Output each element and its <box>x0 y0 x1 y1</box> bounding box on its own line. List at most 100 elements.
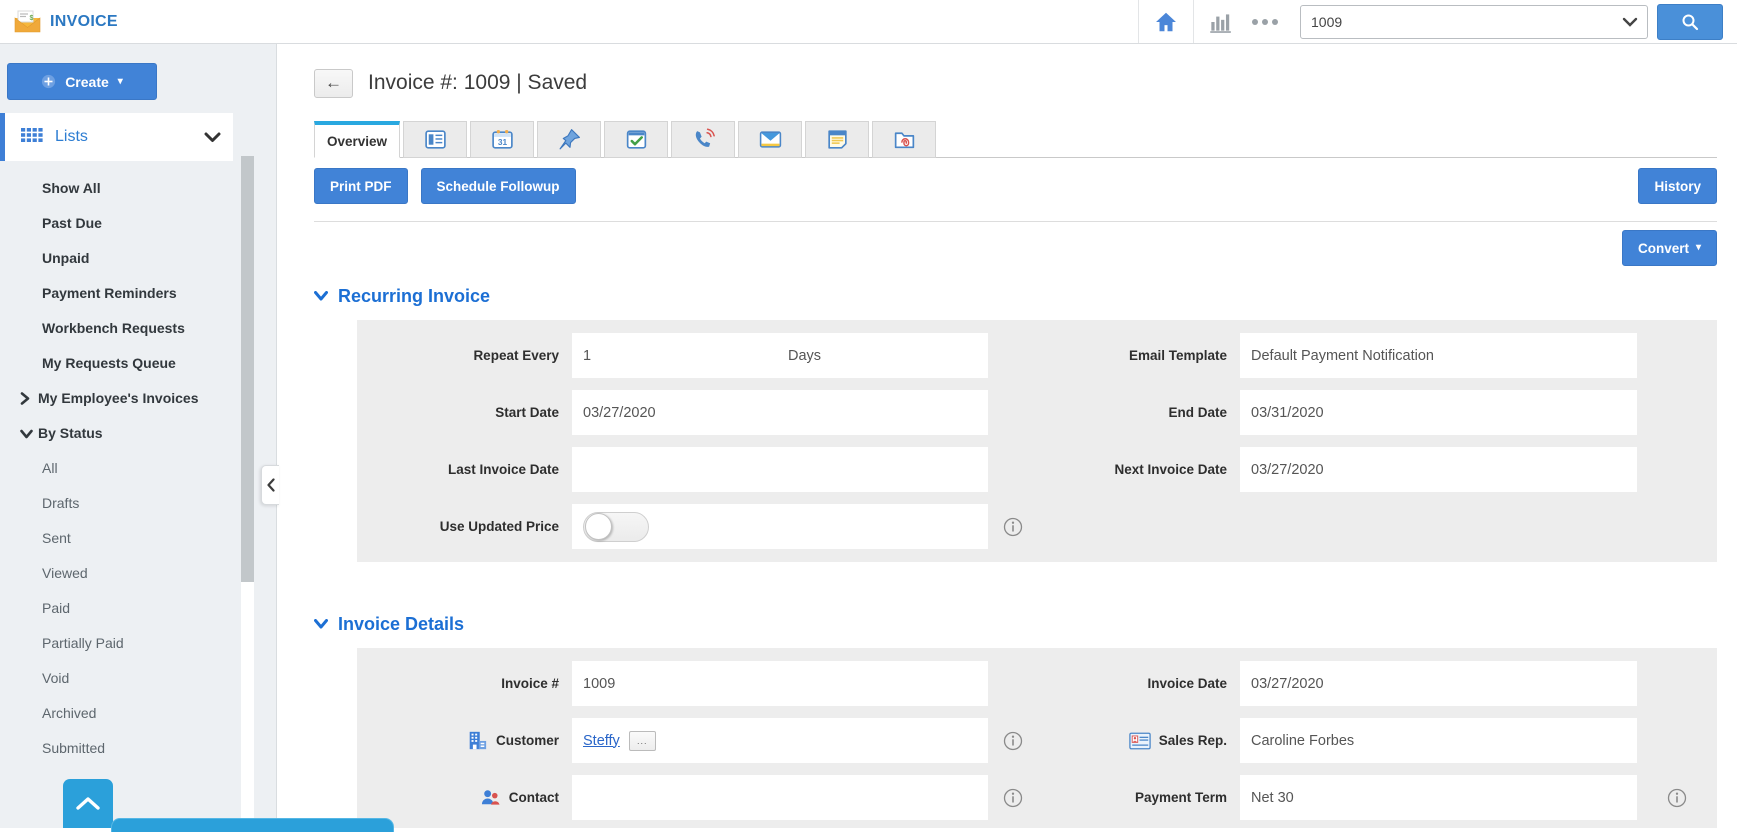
invoice-date-value: 03/27/2020 <box>1251 675 1324 692</box>
sidebar-item-drafts[interactable]: Drafts <box>0 486 276 521</box>
email-template-field[interactable]: Default Payment Notification <box>1240 333 1637 378</box>
main-content: ← Invoice #: 1009 | Saved Overview 31 Pr… <box>278 44 1737 828</box>
search-input[interactable] <box>1301 13 1613 30</box>
contact-label: Contact <box>357 775 572 820</box>
tab-email[interactable] <box>738 121 802 158</box>
invoice-number-field[interactable]: 1009 <box>572 661 988 706</box>
info-icon[interactable] <box>1667 788 1687 808</box>
sidebar-collapse-handle[interactable] <box>261 465 279 505</box>
sidebar-item-by-status[interactable]: By Status <box>0 416 276 451</box>
sidebar-item-past-due[interactable]: Past Due <box>0 206 276 241</box>
sidebar-item-payment-reminders[interactable]: Payment Reminders <box>0 276 276 311</box>
contact-field[interactable] <box>572 775 988 820</box>
svg-text:$: $ <box>30 15 34 22</box>
reports-button[interactable] <box>1194 9 1246 35</box>
sidebar-item-my-requests-queue[interactable]: My Requests Queue <box>0 346 276 381</box>
tab-tasks[interactable] <box>604 121 668 158</box>
sidebar-item-workbench-requests[interactable]: Workbench Requests <box>0 311 276 346</box>
email-envelope-icon <box>758 127 783 152</box>
bottom-popup-bar[interactable] <box>111 818 394 832</box>
section-title: Recurring Invoice <box>338 285 491 306</box>
home-button[interactable] <box>1138 0 1194 43</box>
info-icon[interactable] <box>1003 731 1023 751</box>
sidebar-item-show-all[interactable]: Show All <box>0 171 276 206</box>
task-check-icon <box>624 127 649 152</box>
create-button[interactable]: Create ▾ <box>7 63 157 100</box>
bar-chart-icon <box>1207 9 1233 35</box>
info-icon[interactable] <box>1003 517 1023 537</box>
back-button[interactable]: ← <box>314 68 353 98</box>
history-button[interactable]: History <box>1638 168 1717 204</box>
next-invoice-date-field[interactable]: 03/27/2020 <box>1240 447 1637 492</box>
tab-documents[interactable] <box>872 121 936 158</box>
section-collapse-chevron-icon <box>314 291 328 301</box>
start-date-label: Start Date <box>495 405 559 420</box>
scroll-to-top-button[interactable] <box>63 779 113 828</box>
sidebar-item-submitted[interactable]: Submitted <box>0 731 276 766</box>
sidebar-item-partially-paid[interactable]: Partially Paid <box>0 626 276 661</box>
search-button[interactable] <box>1657 3 1723 40</box>
more-apps-button[interactable] <box>1252 18 1278 25</box>
tab-overview-label: Overview <box>326 133 388 149</box>
sidebar-item-sent[interactable]: Sent <box>0 521 276 556</box>
tab-pin[interactable] <box>537 121 601 158</box>
sidebar-item-paid[interactable]: Paid <box>0 591 276 626</box>
sales-rep-value: Caroline Forbes <box>1251 732 1355 749</box>
search-scope-dropdown[interactable] <box>1613 17 1647 27</box>
section-title: Invoice Details <box>338 613 465 634</box>
section-invoice-details-header[interactable]: Invoice Details <box>314 612 1717 636</box>
end-date-field[interactable]: 03/31/2020 <box>1240 390 1637 435</box>
news-feed-icon <box>423 127 448 152</box>
sidebar-item-all[interactable]: All <box>0 451 276 486</box>
sidebar-item-archived[interactable]: Archived <box>0 696 276 731</box>
sales-rep-id-card-icon <box>1128 732 1151 750</box>
sidebar-scrollbar-thumb[interactable] <box>241 156 254 582</box>
sidebar-item-void[interactable]: Void <box>0 661 276 696</box>
use-updated-price-toggle[interactable] <box>583 511 649 542</box>
create-caret-icon: ▾ <box>117 75 123 87</box>
use-updated-price-label: Use Updated Price <box>439 519 559 534</box>
recurring-invoice-panel: Repeat Every 1 Days Email Template Defau… <box>357 320 1717 562</box>
folder-paperclip-icon <box>892 127 917 152</box>
section-recurring-invoice-header[interactable]: Recurring Invoice <box>314 284 1717 308</box>
tab-call[interactable] <box>671 121 735 158</box>
chevron-right-icon <box>20 381 30 416</box>
email-template-value: Default Payment Notification <box>1251 347 1434 364</box>
search-icon <box>1680 12 1700 32</box>
schedule-followup-button[interactable]: Schedule Followup <box>420 168 576 204</box>
print-pdf-button[interactable]: Print PDF <box>314 168 408 204</box>
repeat-every-unit-dropdown[interactable]: Days <box>788 348 821 364</box>
chevron-down-icon <box>20 416 33 451</box>
start-date-value: 03/27/2020 <box>583 404 656 421</box>
customer-more-button[interactable]: ... <box>628 730 656 751</box>
sales-rep-field[interactable]: Caroline Forbes <box>1240 718 1637 763</box>
tab-calendar[interactable]: 31 <box>470 121 534 158</box>
info-icon[interactable] <box>1003 788 1023 808</box>
repeat-every-label: Repeat Every <box>473 348 559 363</box>
contact-people-icon <box>480 788 501 808</box>
sidebar-item-viewed[interactable]: Viewed <box>0 556 276 591</box>
next-invoice-date-value: 03/27/2020 <box>1251 461 1324 478</box>
calendar-icon: 31 <box>490 127 515 152</box>
convert-caret-icon: ▾ <box>1695 242 1701 253</box>
customer-building-icon <box>466 730 488 751</box>
repeat-every-field[interactable]: 1 Days <box>572 333 988 378</box>
sidebar-lists-header[interactable]: Lists <box>0 113 233 161</box>
customer-link[interactable]: Steffy <box>583 733 620 749</box>
app-title: INVOICE <box>50 12 118 30</box>
use-updated-price-field <box>572 504 988 549</box>
customer-label: Customer <box>357 718 572 763</box>
tab-overview[interactable]: Overview <box>314 121 400 158</box>
topbar: $ INVOICE <box>0 0 1737 44</box>
last-invoice-date-field[interactable] <box>572 447 988 492</box>
sidebar-item-my-employees-invoices[interactable]: My Employee's Invoices <box>0 381 276 416</box>
sales-rep-label: Sales Rep. <box>1038 718 1240 763</box>
tab-news-feed[interactable] <box>403 121 467 158</box>
toggle-knob <box>585 513 612 540</box>
payment-term-field[interactable]: Net 30 <box>1240 775 1637 820</box>
start-date-field[interactable]: 03/27/2020 <box>572 390 988 435</box>
sidebar-item-unpaid[interactable]: Unpaid <box>0 241 276 276</box>
tab-notes[interactable] <box>805 121 869 158</box>
invoice-date-field[interactable]: 03/27/2020 <box>1240 661 1637 706</box>
convert-button[interactable]: Convert ▾ <box>1621 230 1717 266</box>
